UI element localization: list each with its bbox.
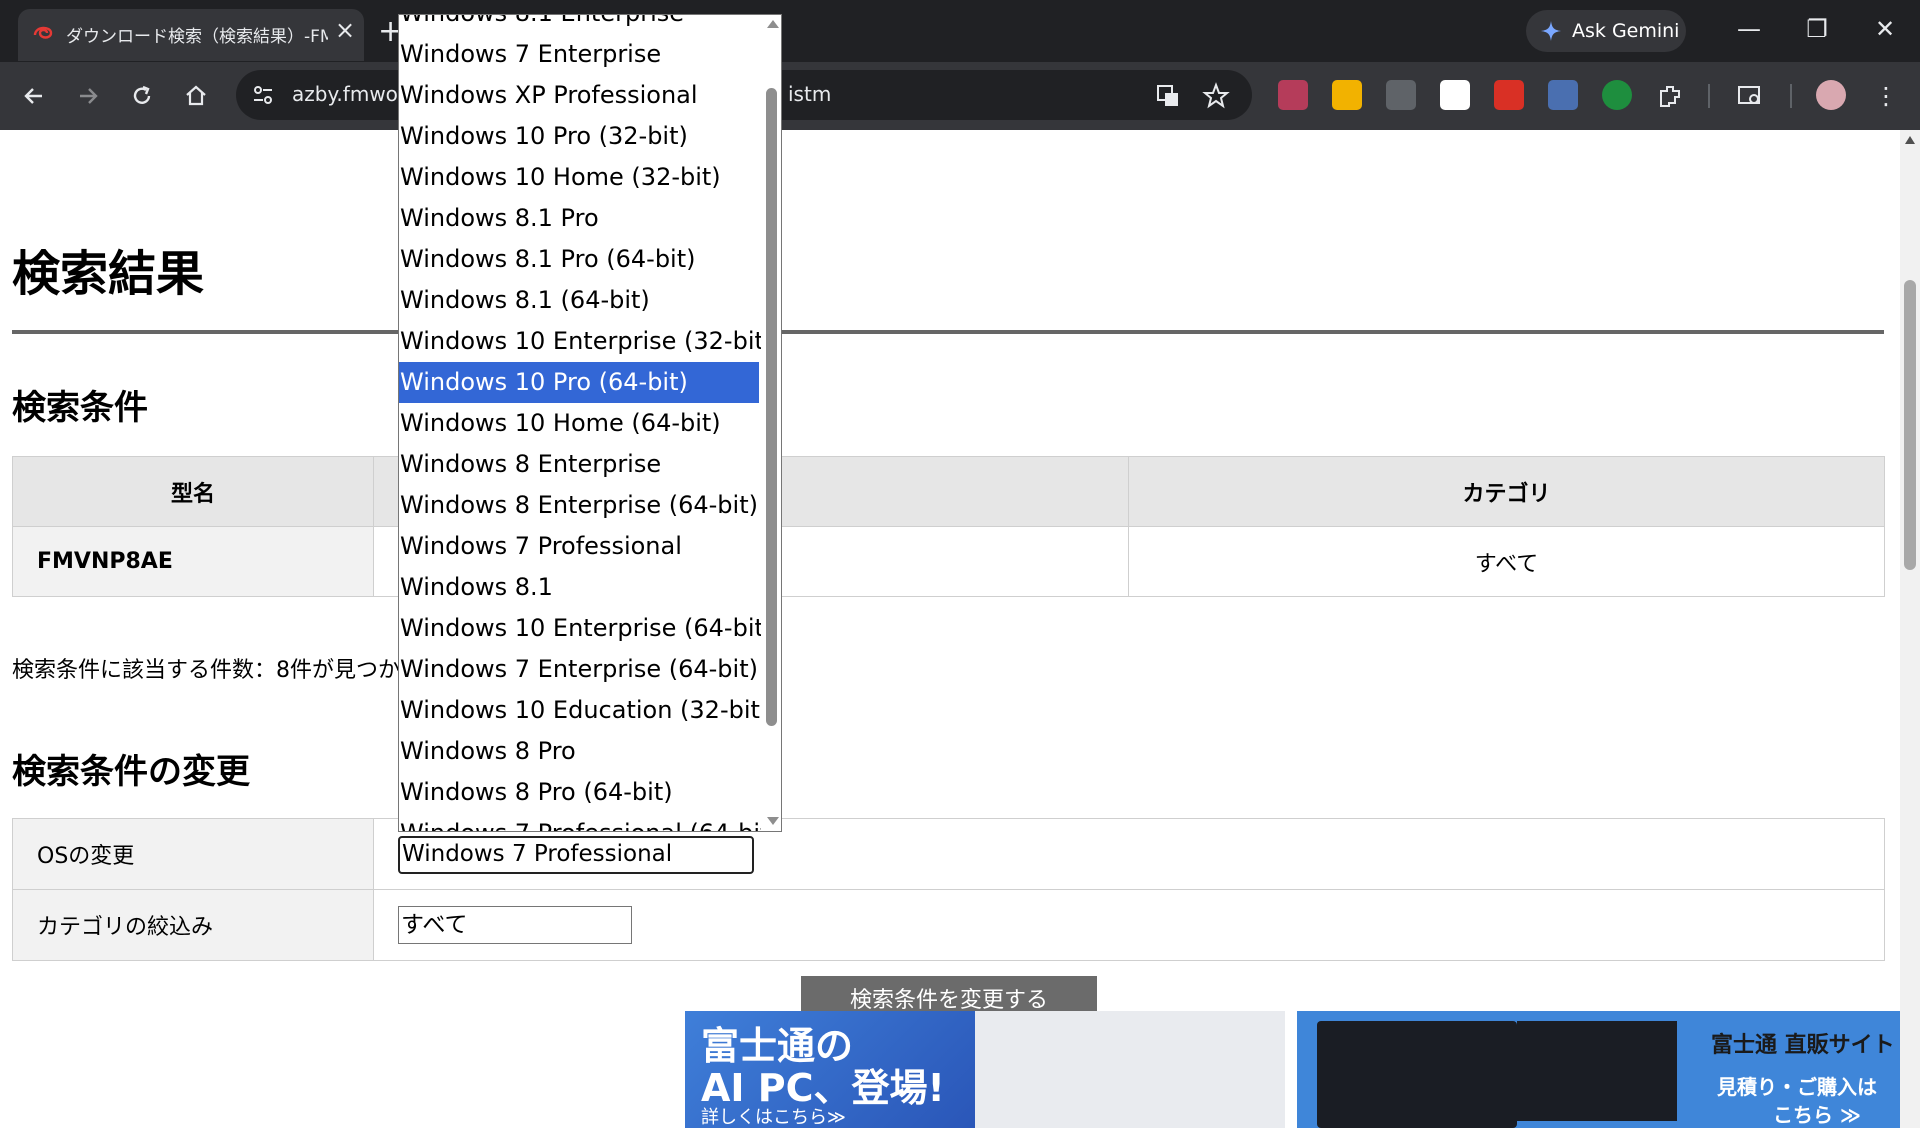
minimize-icon[interactable]: — [1734,14,1764,44]
os-option[interactable]: Windows 7 Professional [399,526,759,567]
os-option[interactable]: Windows 8.1 (64-bit) [399,280,759,321]
os-option[interactable]: Windows 8.1 Pro (64-bit) [399,239,759,280]
tab-close-icon[interactable]: × [332,17,358,43]
dropdown-scroll-down-icon[interactable] [767,817,779,825]
banner-monitor-image [1517,1021,1677,1121]
banner2-title: 富士通 直販サイト [1711,1033,1895,1058]
toolbar-separator [1790,84,1792,108]
ask-gemini-button[interactable]: Ask Gemini [1526,10,1686,52]
change-heading: 検索条件の変更 [12,752,250,792]
direct-sales-banner[interactable]: 富士通 直販サイト 見積り・ご購入は こちら ≫ [1297,1011,1900,1128]
site-settings-icon[interactable] [250,82,276,108]
extension-tv-icon[interactable] [1278,80,1308,110]
profile-avatar[interactable] [1816,80,1846,110]
url-host: azby.fmwor [292,82,407,106]
os-option[interactable]: Windows 10 Pro (64-bit) [399,362,759,403]
os-option[interactable]: Windows 7 Enterprise (64-bit) [399,649,759,690]
scroll-up-arrow-icon[interactable] [1905,136,1915,144]
bookmark-star-icon[interactable] [1202,82,1230,110]
banner-laptop-image [1317,1021,1517,1128]
result-count: 検索条件に該当する件数：8件が見つか [12,658,400,683]
dropdown-scroll-up-icon[interactable] [767,20,779,28]
extension-notion-icon[interactable] [1440,80,1470,110]
table-row: FMVNP8AE Windows 7 Professional すべて [12,526,1885,597]
extension-download-icon[interactable] [1602,80,1632,110]
url-path: istm [788,82,832,106]
os-dropdown-list[interactable]: Windows 8.1 EnterpriseWindows 7 Enterpri… [398,14,782,832]
extension-glasses-icon[interactable] [1386,80,1416,110]
extension-red-icon[interactable] [1494,80,1524,110]
page-title: 検索結果 [12,246,205,302]
forward-icon[interactable] [74,82,102,110]
model-cell: FMVNP8AE [12,526,374,597]
reload-icon[interactable] [128,82,156,110]
toolbar-separator [1708,84,1710,108]
os-option[interactable]: Windows XP Professional [399,75,759,116]
gemini-sparkle-icon [1541,21,1561,41]
extension-lock-icon[interactable] [1548,80,1578,110]
page-content: 検索結果 検索条件 型名 カテゴリ FMVNP8AE Windows 7 Pro… [0,130,1900,1128]
banner-line3: 詳しくはこちら≫ [701,1107,846,1128]
translate-icon[interactable] [1154,82,1182,110]
banner2-line2: こちら ≫ [1773,1103,1861,1127]
conditions-heading: 検索条件 [12,388,148,428]
banner2-line1: 見積り・ご購入は [1717,1075,1877,1099]
os-option[interactable]: Windows 8 Enterprise (64-bit) [399,485,759,526]
os-option[interactable]: Windows 10 Enterprise (64-bit) [399,608,773,649]
menu-kebab-icon[interactable]: ⋮ [1872,82,1900,110]
conditions-table: 型名 カテゴリ FMVNP8AE Windows 7 Professional … [12,456,1885,597]
os-option[interactable]: Windows 10 Enterprise (32-bit) [399,321,773,362]
ask-gemini-label: Ask Gemini [1572,20,1680,42]
url-text: azby.fmwor istm [292,82,831,106]
page-scrollbar-thumb[interactable] [1904,280,1916,570]
ai-pc-banner[interactable]: 富士通の AI PC、登場! 詳しくはこちら≫ [685,1011,1285,1128]
title-divider [12,330,1884,334]
category-cell: すべて [1128,526,1885,597]
browser-toolbar: azby.fmwor istm ⋮ [0,62,1920,130]
os-option[interactable]: Windows 7 Enterprise [399,34,759,75]
tab-strip: ダウンロード検索（検索結果）-FMWORLD × + Ask Gemini — … [0,0,1920,62]
os-option[interactable]: Windows 8 Enterprise [399,444,759,485]
category-filter-label: カテゴリの絞込み [12,889,374,961]
category-select[interactable]: すべて [398,906,632,944]
restore-icon[interactable]: ❐ [1802,14,1832,44]
header-model: 型名 [12,456,374,527]
table-header-row: 型名 カテゴリ [12,456,1885,527]
dropdown-scrollbar[interactable] [761,15,781,831]
os-option[interactable]: Windows 10 Home (64-bit) [399,403,759,444]
os-option[interactable]: Windows 10 Pro (32-bit) [399,116,759,157]
fujitsu-favicon-icon [33,26,53,39]
os-option[interactable]: Windows 10 Education (32-bit) [399,690,769,731]
os-change-label: OSの変更 [12,818,374,890]
banner-laptops-image [975,1011,1285,1128]
os-option[interactable]: Windows 8.1 [399,567,759,608]
extension-keep-icon[interactable] [1332,80,1362,110]
dropdown-scrollbar-thumb[interactable] [766,88,777,726]
os-option[interactable]: Windows 8 Pro (64-bit) [399,772,759,813]
home-icon[interactable] [182,82,210,110]
os-change-row: OSの変更 [12,818,1885,890]
extensions-puzzle-icon[interactable] [1656,82,1684,110]
os-option[interactable]: Windows 8 Pro [399,731,759,772]
os-option[interactable]: Windows 8.1 Enterprise [399,15,759,34]
browser-tab[interactable]: ダウンロード検索（検索結果）-FMWORLD × [18,9,364,61]
os-option[interactable]: Windows 8.1 Pro [399,198,759,239]
tab-title: ダウンロード検索（検索結果）-FMWORLD [66,27,328,47]
header-category: カテゴリ [1128,456,1885,527]
change-table: OSの変更 カテゴリの絞込み [12,818,1885,961]
category-filter-row: カテゴリの絞込み [12,889,1885,961]
page-scrollbar[interactable] [1900,130,1920,1128]
os-option[interactable]: Windows 7 Professional (64-bit) [399,813,779,831]
back-icon[interactable] [20,82,48,110]
close-window-icon[interactable]: ✕ [1870,14,1900,44]
os-options: Windows 8.1 EnterpriseWindows 7 Enterpri… [399,15,779,831]
os-select[interactable]: Windows 7 Professional [398,836,754,874]
os-option[interactable]: Windows 10 Home (32-bit) [399,157,759,198]
tab-search-icon[interactable] [1736,82,1764,110]
